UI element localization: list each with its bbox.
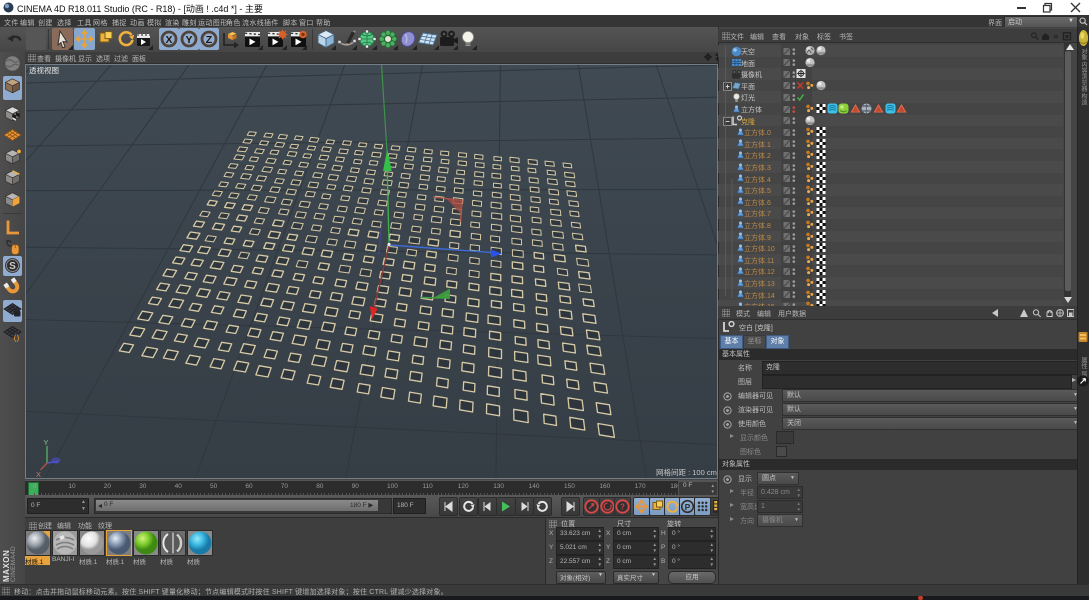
- svg-text:S: S: [9, 261, 16, 272]
- svg-text:Y: Y: [185, 34, 192, 46]
- svg-text:透视视图: 透视视图: [29, 65, 59, 75]
- svg-text:(): (): [14, 333, 20, 343]
- svg-text:Y: Y: [44, 438, 49, 447]
- svg-text:X: X: [165, 34, 172, 46]
- svg-text:?: ?: [620, 503, 625, 512]
- svg-text:Z: Z: [206, 34, 213, 46]
- svg-text:X: X: [36, 470, 41, 479]
- svg-text:P: P: [685, 502, 691, 512]
- svg-text:网格间距 : 100 cm: 网格间距 : 100 cm: [656, 467, 717, 477]
